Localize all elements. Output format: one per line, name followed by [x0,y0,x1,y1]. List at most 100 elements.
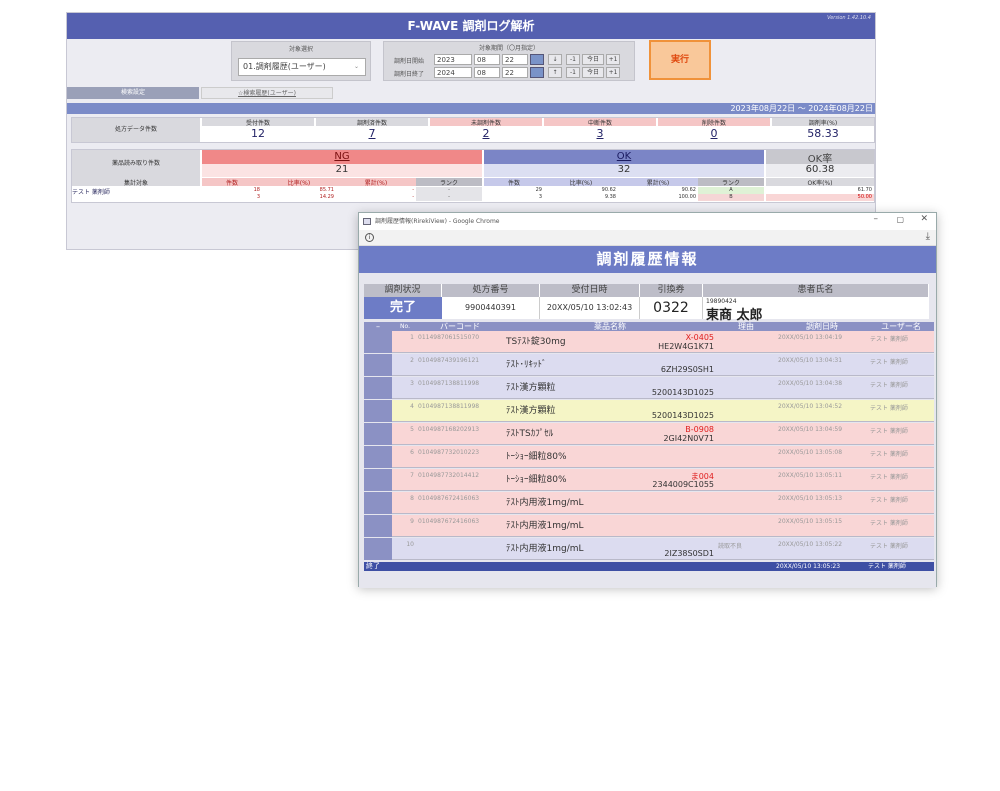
cancel-count[interactable]: 3 [544,127,656,140]
agg-ng-ratio: 85.71 [262,187,336,194]
row-gutter-cell [364,538,392,560]
table-row[interactable]: 7 0104987732014412 ﾄｰｼｮｰ細粒80% ま004 2344009C1… [364,469,934,491]
table-row[interactable]: 4 0104987138811998 ﾃｽﾄ漢方顆粒 5200143D1025 20XX… [364,400,934,422]
user-col: ユーザー名 [868,322,934,331]
table-row[interactable]: 1 0114987061515070 TSﾃｽﾄ錠30mg X-0405 HE2W4G1… [364,331,934,353]
done-count[interactable]: 7 [316,127,428,140]
row-date: 20XX/05/10 13:05:15 [778,518,843,525]
row-gutter-cell [364,400,392,422]
summary-table: 処方データ件数 受付件数 12 調剤済件数 7 未調剤件数 2 中断件数 3 削… [71,117,875,143]
tab-search-history[interactable]: ☆検索履歴(ユーザー) [201,87,333,99]
plus-button[interactable]: +1 [606,67,620,78]
table-row[interactable]: 8 0104987672416063 ﾃｽﾄ内用液1mg/mL 20XX/05/10 … [364,492,934,514]
ticket-header: 引換券 [640,284,703,297]
end-day-select[interactable]: 22 [502,67,528,78]
agg-ok-count: 29 [484,187,544,194]
up-button[interactable]: ↑ [548,67,562,78]
tab-search-settings[interactable]: 検索設定 [67,87,199,99]
undone-header: 未調剤件数 [430,118,542,127]
end-label: 調剤日終了 [393,71,424,78]
agg-okrate: 61.70 [766,187,874,194]
start-month-select[interactable]: 08 [474,54,500,65]
down-button[interactable]: ↓ [548,54,562,65]
ok-count-col: 件数 [484,178,544,187]
row-gutter-cell [364,423,392,445]
minus-button[interactable]: -1 [566,54,580,65]
minimize-icon[interactable]: – [874,214,879,224]
row-user: テスト 薬剤師 [870,497,908,504]
row-user: テスト 薬剤師 [870,520,908,527]
calendar-icon[interactable] [530,67,544,78]
row-code: 2GI42N0V71 [663,434,714,443]
agg-ng-count[interactable]: 3 [202,194,262,201]
undone-count[interactable]: 2 [430,127,542,140]
close-icon[interactable]: ✕ [920,214,928,224]
end-year-select[interactable]: 2024 [434,67,472,78]
row-gutter-cell [364,469,392,491]
row-barcode: 0104987732014412 [418,472,480,479]
table-row[interactable]: 10 ﾃｽﾄ内用液1mg/mL 2IZ38S0SD1 読取不良 20XX/05/10 1… [364,538,934,560]
ok-rate-value: 60.38 [766,164,874,177]
row-no: 9 [410,518,414,525]
target-select[interactable]: 01.調剤履歴(ユーザー) ⌄ [238,58,366,76]
agg-ng-count[interactable]: 18 [202,187,262,194]
chevron-down-icon: ⌄ [353,63,359,70]
start-label: 調剤日開始 [393,58,424,65]
date-range: 2023年08月22日 ～ 2024年08月22日 [67,103,875,114]
ng-header[interactable]: NG [202,150,482,164]
today-button[interactable]: 今日 [582,67,604,78]
ok-ratio-col: 比率(%) [544,178,618,187]
row-drug: ﾃｽﾄ内用液1mg/mL [506,521,584,531]
row-barcode: 0104987672416063 [418,495,480,502]
minus-button[interactable]: -1 [566,67,580,78]
ng-ratio-col: 比率(%) [262,178,336,187]
info-icon[interactable]: i [365,233,374,242]
agg-ng-rank: - [416,187,482,194]
plus-button[interactable]: +1 [606,54,620,65]
agg-ok-cum: 90.62 [618,187,698,194]
row-gutter-cell [364,492,392,514]
table-row[interactable]: 5 0104987168202913 ﾃｽﾄTSｶﾌﾟｾﾙ B-0908 2GI42N0… [364,423,934,445]
row-code: HE2W4G1K71 [658,342,714,351]
agg-ok-cum: 100.00 [618,194,698,201]
patient-cell: 19890424 東商 太郎 [703,297,929,323]
row-drug: ﾃｽﾄ内用液1mg/mL [506,498,584,508]
patient-header: 患者氏名 [703,284,929,297]
cancel-header: 中断件数 [544,118,656,127]
agg-ng-cum: - [336,187,416,194]
read-count-table: 薬品読み取り件数 NG 21 OK 32 OK率 60.38 集計対象 件数 比… [71,149,875,203]
history-window: 調剤履歴情報(RirekiView) - Google Chrome – ▢ ✕… [358,212,937,588]
delete-count[interactable]: 0 [658,127,770,140]
start-year-select[interactable]: 2023 [434,54,472,65]
today-button[interactable]: 今日 [582,54,604,65]
maximize-icon[interactable]: ▢ [896,215,904,224]
row-date: 20XX/05/10 13:04:31 [778,357,843,364]
rate-value: 58.33 [807,127,839,140]
row-barcode: 0104987672416063 [418,518,480,525]
row-no: 10 [406,541,414,548]
ok-header[interactable]: OK [484,150,764,164]
row-date: 20XX/05/10 13:04:19 [778,334,843,341]
row-user: テスト 薬剤師 [870,451,908,458]
row-barcode: 0104987439196121 [418,357,480,364]
calendar-icon[interactable] [530,54,544,65]
agg-ok-ratio: 9.38 [544,194,618,201]
row-code: 5200143D1025 [651,411,714,420]
accept-header: 受付件数 [202,118,314,127]
barcode-col: バーコード [416,322,504,331]
row-no: 4 [410,403,414,410]
table-row[interactable]: 3 0104987138811998 ﾃｽﾄ漢方顆粒 5200143D1025 20XX… [364,377,934,399]
table-row[interactable]: 6 0104987732010223 ﾄｰｼｮｰ細粒80% 20XX/05/10 13… [364,446,934,468]
agg-label: 集計対象 [72,178,200,187]
row-gutter-cell [364,446,392,468]
table-row[interactable]: 9 0104987672416063 ﾃｽﾄ内用液1mg/mL 20XX/05/10 … [364,515,934,537]
execute-button[interactable]: 実行 [649,40,711,80]
row-date: 20XX/05/10 13:05:08 [778,449,843,456]
row-no: 1 [410,334,414,341]
download-icon[interactable]: ⤓ [926,231,930,242]
period-panel: 対象期間（〇月指定） 調剤日開始 2023 08 22 ↓ -1 今日 +1 調… [383,41,635,81]
row-barcode: 0104987138811998 [418,403,480,410]
start-day-select[interactable]: 22 [502,54,528,65]
table-row[interactable]: 2 0104987439196121 ﾃｽﾄ･ﾘｷｯﾄﾞ 6ZH29S0SH1 20XX… [364,354,934,376]
end-month-select[interactable]: 08 [474,67,500,78]
